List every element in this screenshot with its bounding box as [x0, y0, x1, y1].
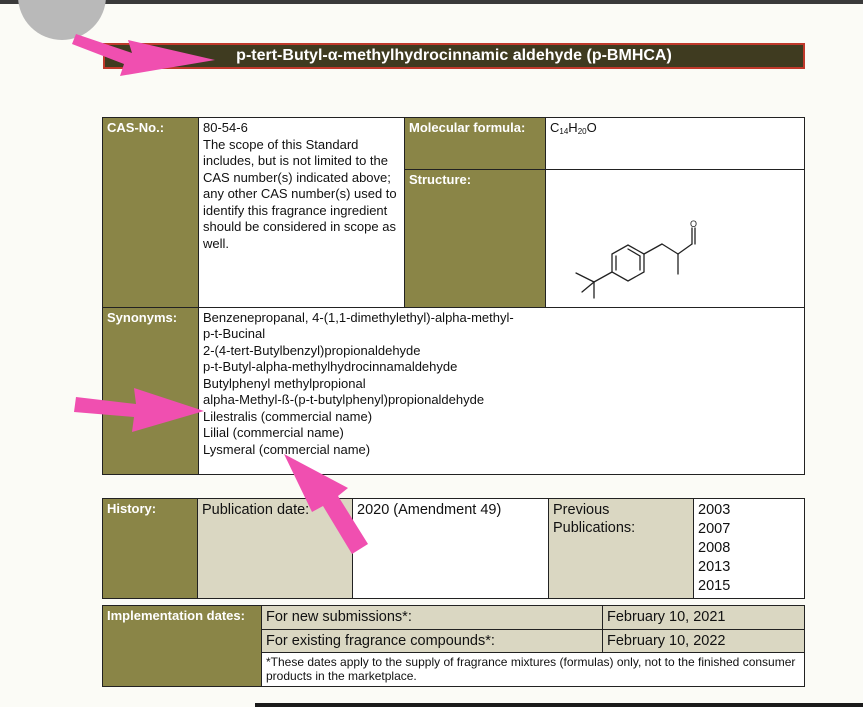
impl-row-label: For new submissions*: — [261, 605, 603, 630]
year-item: 2003 — [698, 502, 731, 518]
publication-date-value: 2020 (Amendment 49) — [352, 498, 549, 599]
year-item: 2008 — [698, 540, 731, 556]
molecular-formula-label: Molecular formula: — [404, 117, 546, 170]
synonym-item: p-t-Butyl-alpha-methylhydrocinnamaldehyd… — [203, 359, 458, 374]
year-item: 2013 — [698, 559, 731, 575]
chemical-structure-diagram: O — [575, 219, 697, 299]
previous-publications-label: Previous Publications: — [548, 498, 694, 599]
window-top-bar — [0, 0, 863, 4]
cas-cell: 80-54-6 The scope of this Standard inclu… — [198, 117, 405, 308]
year-item: 2007 — [698, 521, 731, 537]
arrow-annotation-icon — [72, 34, 215, 76]
synonym-item: Lilial (commercial name) — [203, 425, 344, 440]
impl-row-date: February 10, 2022 — [602, 629, 805, 653]
structure-label: Structure: — [404, 169, 546, 308]
previous-publications-years: 2003 2007 2008 2013 2015 — [693, 498, 805, 599]
molecular-formula-value: C14H20O — [545, 117, 805, 170]
oxygen-atom-label: O — [690, 219, 697, 229]
structure-cell: O — [545, 169, 805, 308]
cas-label: CAS-No.: — [102, 117, 199, 308]
implementation-footnote: *These dates apply to the supply of frag… — [261, 652, 805, 687]
synonym-item: Benzenepropanal, 4-(1,1-dimethylethyl)-a… — [203, 309, 514, 325]
impl-row-label: For existing fragrance compounds*: — [261, 629, 603, 653]
implementation-label: Implementation dates: — [102, 605, 262, 687]
year-item: 2015 — [698, 578, 731, 594]
arrow-annotation-icon — [74, 388, 204, 432]
synonym-item: Lilestralis (commercial name) — [203, 408, 373, 424]
window-bottom-bar — [255, 703, 863, 707]
cas-number: 80-54-6 — [203, 120, 248, 135]
arrow-annotation-icon — [284, 454, 368, 554]
cas-scope-note: The scope of this Standard includes, but… — [203, 136, 397, 251]
history-label: History: — [102, 498, 198, 599]
synonym-item: p-t-Bucinal — [203, 326, 266, 341]
history-table: History: Publication date: 2020 (Amendme… — [102, 498, 805, 599]
implementation-table: Implementation dates: For new submission… — [102, 605, 805, 687]
synonym-item: 2-(4-tert-Butylbenzyl)propionaldehyde — [203, 342, 421, 358]
synonym-item: Butylphenyl methylpropional — [203, 375, 366, 391]
impl-row-date: February 10, 2021 — [602, 605, 805, 630]
synonym-item: alpha-Methyl-ß-(p-t-butylphenyl)propiona… — [203, 392, 485, 407]
